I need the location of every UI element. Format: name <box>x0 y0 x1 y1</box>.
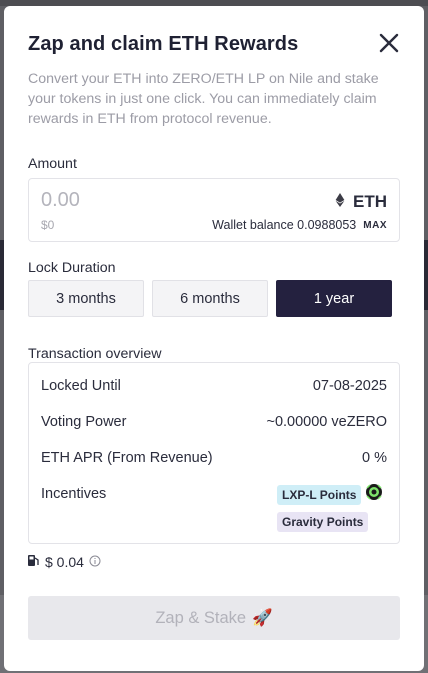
zap-and-stake-button[interactable]: Zap & Stake 🚀 <box>28 596 400 640</box>
transaction-overview-label: Transaction overview <box>28 346 162 362</box>
zap-and-stake-label: Zap & Stake <box>155 608 247 627</box>
amount-field: $0 ETH Wallet balance 0.0988053 MAX <box>28 178 400 242</box>
rocket-icon: 🚀 <box>252 608 273 627</box>
modal-subtitle: Convert your ETH into ZERO/ETH LP on Nil… <box>28 71 379 127</box>
wallet-balance-label: Wallet balance <box>212 218 294 232</box>
overview-row-eth-apr: ETH APR (From Revenue) 0 % <box>41 450 387 466</box>
ethereum-icon <box>335 192 345 212</box>
gas-pump-icon <box>27 554 40 570</box>
overview-row-voting-power: Voting Power ~0.00000 veZERO <box>41 414 387 430</box>
modal-header: Zap and claim ETH Rewards <box>28 30 400 58</box>
lock-duration-label: Lock Duration <box>28 260 116 276</box>
overview-row-locked-until: Locked Until 07-08-2025 <box>41 378 387 394</box>
lxp-points-badge: LXP-L Points <box>277 484 362 505</box>
amount-label: Amount <box>28 156 77 172</box>
zap-modal: Zap and claim ETH Rewards Convert your E… <box>4 6 424 671</box>
transaction-overview: Locked Until 07-08-2025 Voting Power ~0.… <box>28 362 400 544</box>
amount-usd-value: $0 <box>41 218 55 232</box>
wallet-balance-value: 0.0988053 <box>297 218 357 232</box>
lock-option-3-months[interactable]: 3 months <box>28 280 144 317</box>
modal-title: Zap and claim ETH Rewards <box>28 33 299 55</box>
lock-option-6-months[interactable]: 6 months <box>152 280 268 317</box>
network-fee-value: $ 0.04 <box>45 554 84 570</box>
close-icon[interactable] <box>378 32 400 54</box>
wallet-balance: Wallet balance 0.0988053 MAX <box>212 218 387 232</box>
lock-option-1-year[interactable]: 1 year <box>276 280 392 317</box>
max-button[interactable]: MAX <box>363 220 387 231</box>
incentive-badges: LXP-L Points Gravity Points <box>277 483 387 538</box>
token-symbol: ETH <box>353 192 387 211</box>
network-fee: $ 0.04 <box>27 554 101 570</box>
lxp-logo-icon <box>365 483 383 506</box>
lock-duration-options: 3 months 6 months 1 year <box>28 280 392 317</box>
token-selector[interactable]: ETH <box>335 191 387 213</box>
gravity-points-badge: Gravity Points <box>277 512 369 532</box>
info-icon[interactable] <box>89 554 101 570</box>
amount-input[interactable] <box>41 189 241 212</box>
